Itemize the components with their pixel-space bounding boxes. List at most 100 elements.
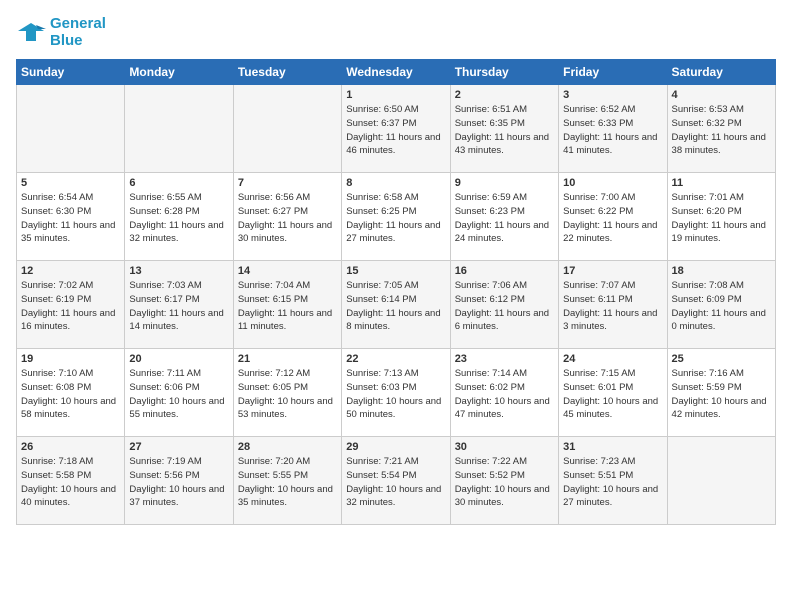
calendar-cell: 29Sunrise: 7:21 AMSunset: 5:54 PMDayligh…	[342, 437, 450, 525]
day-number: 3	[563, 89, 662, 101]
day-number: 30	[455, 441, 554, 453]
day-number: 26	[21, 441, 120, 453]
calendar-week-row: 26 Sunrise: 7:18 AMSunset: 5:58 PMDayligh…	[17, 437, 776, 525]
day-number: 5	[21, 177, 120, 189]
day-info: Sunrise: 7:01 AMSunset: 6:20 PMDaylight:…	[672, 191, 771, 246]
day-info: Sunrise: 7:21 AMSunset: 5:54 PMDaylight:…	[346, 455, 445, 510]
calendar-week-row: 12 Sunrise: 7:02 AMSunset: 6:19 PMDayligh…	[17, 261, 776, 349]
day-number: 28	[238, 441, 337, 453]
logo-icon	[16, 21, 46, 45]
calendar-cell: 10 Sunrise: 7:00 AMSunset: 6:22 PMDayligh…	[559, 173, 667, 261]
day-number: 13	[129, 265, 228, 277]
calendar-cell: 26 Sunrise: 7:18 AMSunset: 5:58 PMDayligh…	[17, 437, 125, 525]
calendar-cell: 31Sunrise: 7:23 AMSunset: 5:51 PMDayligh…	[559, 437, 667, 525]
logo-text: General Blue	[50, 16, 106, 49]
calendar-table: SundayMondayTuesdayWednesdayThursdayFrid…	[16, 59, 776, 525]
calendar-cell	[17, 85, 125, 173]
day-info: Sunrise: 7:12 AMSunset: 6:05 PMDaylight:…	[238, 367, 337, 422]
calendar-week-row: 19 Sunrise: 7:10 AMSunset: 6:08 PMDayligh…	[17, 349, 776, 437]
logo: General Blue	[16, 16, 106, 49]
day-info: Sunrise: 7:11 AMSunset: 6:06 PMDaylight:…	[129, 367, 228, 422]
calendar-cell: 2 Sunrise: 6:51 AMSunset: 6:35 PMDaylight…	[450, 85, 558, 173]
day-number: 10	[563, 177, 662, 189]
calendar-cell: 24 Sunrise: 7:15 AMSunset: 6:01 PMDayligh…	[559, 349, 667, 437]
calendar-cell: 25 Sunrise: 7:16 AMSunset: 5:59 PMDayligh…	[667, 349, 775, 437]
calendar-cell: 22 Sunrise: 7:13 AMSunset: 6:03 PMDayligh…	[342, 349, 450, 437]
calendar-week-row: 1 Sunrise: 6:50 AMSunset: 6:37 PMDaylight…	[17, 85, 776, 173]
calendar-cell: 16Sunrise: 7:06 AMSunset: 6:12 PMDayligh…	[450, 261, 558, 349]
day-number: 1	[346, 89, 445, 101]
day-info: Sunrise: 7:15 AMSunset: 6:01 PMDaylight:…	[563, 367, 662, 422]
header-thursday: Thursday	[450, 60, 558, 85]
day-number: 24	[563, 353, 662, 365]
calendar-cell: 21 Sunrise: 7:12 AMSunset: 6:05 PMDayligh…	[233, 349, 341, 437]
day-number: 27	[129, 441, 228, 453]
calendar-cell: 1 Sunrise: 6:50 AMSunset: 6:37 PMDaylight…	[342, 85, 450, 173]
header-sunday: Sunday	[17, 60, 125, 85]
day-info: Sunrise: 6:52 AMSunset: 6:33 PMDaylight:…	[563, 103, 662, 158]
day-info: Sunrise: 6:58 AMSunset: 6:25 PMDaylight:…	[346, 191, 445, 246]
day-number: 18	[672, 265, 771, 277]
day-info: Sunrise: 7:07 AMSunset: 6:11 PMDaylight:…	[563, 279, 662, 334]
day-number: 6	[129, 177, 228, 189]
calendar-cell: 13Sunrise: 7:03 AMSunset: 6:17 PMDayligh…	[125, 261, 233, 349]
calendar-week-row: 5 Sunrise: 6:54 AMSunset: 6:30 PMDaylight…	[17, 173, 776, 261]
header-saturday: Saturday	[667, 60, 775, 85]
calendar-cell: 14 Sunrise: 7:04 AMSunset: 6:15 PMDayligh…	[233, 261, 341, 349]
header-tuesday: Tuesday	[233, 60, 341, 85]
day-info: Sunrise: 7:13 AMSunset: 6:03 PMDaylight:…	[346, 367, 445, 422]
day-info: Sunrise: 6:51 AMSunset: 6:35 PMDaylight:…	[455, 103, 554, 158]
day-number: 12	[21, 265, 120, 277]
day-info: Sunrise: 6:50 AMSunset: 6:37 PMDaylight:…	[346, 103, 445, 158]
day-info: Sunrise: 7:00 AMSunset: 6:22 PMDaylight:…	[563, 191, 662, 246]
day-info: Sunrise: 7:10 AMSunset: 6:08 PMDaylight:…	[21, 367, 120, 422]
day-number: 4	[672, 89, 771, 101]
calendar-cell: 19 Sunrise: 7:10 AMSunset: 6:08 PMDayligh…	[17, 349, 125, 437]
day-info: Sunrise: 7:19 AMSunset: 5:56 PMDaylight:…	[129, 455, 228, 510]
calendar-header-row: SundayMondayTuesdayWednesdayThursdayFrid…	[17, 60, 776, 85]
day-info: Sunrise: 7:16 AMSunset: 5:59 PMDaylight:…	[672, 367, 771, 422]
calendar-cell: 7Sunrise: 6:56 AMSunset: 6:27 PMDaylight…	[233, 173, 341, 261]
day-number: 23	[455, 353, 554, 365]
day-info: Sunrise: 7:05 AMSunset: 6:14 PMDaylight:…	[346, 279, 445, 334]
calendar-cell: 6Sunrise: 6:55 AMSunset: 6:28 PMDaylight…	[125, 173, 233, 261]
day-number: 14	[238, 265, 337, 277]
day-number: 21	[238, 353, 337, 365]
day-info: Sunrise: 7:23 AMSunset: 5:51 PMDaylight:…	[563, 455, 662, 510]
day-number: 11	[672, 177, 771, 189]
calendar-cell: 4 Sunrise: 6:53 AMSunset: 6:32 PMDaylight…	[667, 85, 775, 173]
day-info: Sunrise: 6:59 AMSunset: 6:23 PMDaylight:…	[455, 191, 554, 246]
page-header: General Blue	[16, 16, 776, 49]
day-info: Sunrise: 7:20 AMSunset: 5:55 PMDaylight:…	[238, 455, 337, 510]
day-number: 8	[346, 177, 445, 189]
day-info: Sunrise: 7:04 AMSunset: 6:15 PMDaylight:…	[238, 279, 337, 334]
calendar-cell: 18 Sunrise: 7:08 AMSunset: 6:09 PMDayligh…	[667, 261, 775, 349]
calendar-cell: 8 Sunrise: 6:58 AMSunset: 6:25 PMDaylight…	[342, 173, 450, 261]
calendar-cell: 15Sunrise: 7:05 AMSunset: 6:14 PMDayligh…	[342, 261, 450, 349]
header-wednesday: Wednesday	[342, 60, 450, 85]
calendar-cell: 5 Sunrise: 6:54 AMSunset: 6:30 PMDaylight…	[17, 173, 125, 261]
calendar-cell: 27 Sunrise: 7:19 AMSunset: 5:56 PMDayligh…	[125, 437, 233, 525]
day-info: Sunrise: 7:14 AMSunset: 6:02 PMDaylight:…	[455, 367, 554, 422]
day-info: Sunrise: 6:56 AMSunset: 6:27 PMDaylight:…	[238, 191, 337, 246]
day-number: 22	[346, 353, 445, 365]
day-number: 9	[455, 177, 554, 189]
calendar-cell: 11 Sunrise: 7:01 AMSunset: 6:20 PMDayligh…	[667, 173, 775, 261]
day-info: Sunrise: 7:02 AMSunset: 6:19 PMDaylight:…	[21, 279, 120, 334]
day-info: Sunrise: 6:53 AMSunset: 6:32 PMDaylight:…	[672, 103, 771, 158]
day-info: Sunrise: 7:08 AMSunset: 6:09 PMDaylight:…	[672, 279, 771, 334]
day-info: Sunrise: 7:18 AMSunset: 5:58 PMDaylight:…	[21, 455, 120, 510]
calendar-cell: 3 Sunrise: 6:52 AMSunset: 6:33 PMDaylight…	[559, 85, 667, 173]
day-info: Sunrise: 7:06 AMSunset: 6:12 PMDaylight:…	[455, 279, 554, 334]
calendar-cell	[667, 437, 775, 525]
day-number: 25	[672, 353, 771, 365]
day-number: 20	[129, 353, 228, 365]
calendar-cell: 30 Sunrise: 7:22 AMSunset: 5:52 PMDayligh…	[450, 437, 558, 525]
calendar-cell: 17Sunrise: 7:07 AMSunset: 6:11 PMDayligh…	[559, 261, 667, 349]
day-number: 19	[21, 353, 120, 365]
day-info: Sunrise: 7:22 AMSunset: 5:52 PMDaylight:…	[455, 455, 554, 510]
day-number: 2	[455, 89, 554, 101]
calendar-cell: 12 Sunrise: 7:02 AMSunset: 6:19 PMDayligh…	[17, 261, 125, 349]
calendar-cell: 28 Sunrise: 7:20 AMSunset: 5:55 PMDayligh…	[233, 437, 341, 525]
day-info: Sunrise: 6:54 AMSunset: 6:30 PMDaylight:…	[21, 191, 120, 246]
